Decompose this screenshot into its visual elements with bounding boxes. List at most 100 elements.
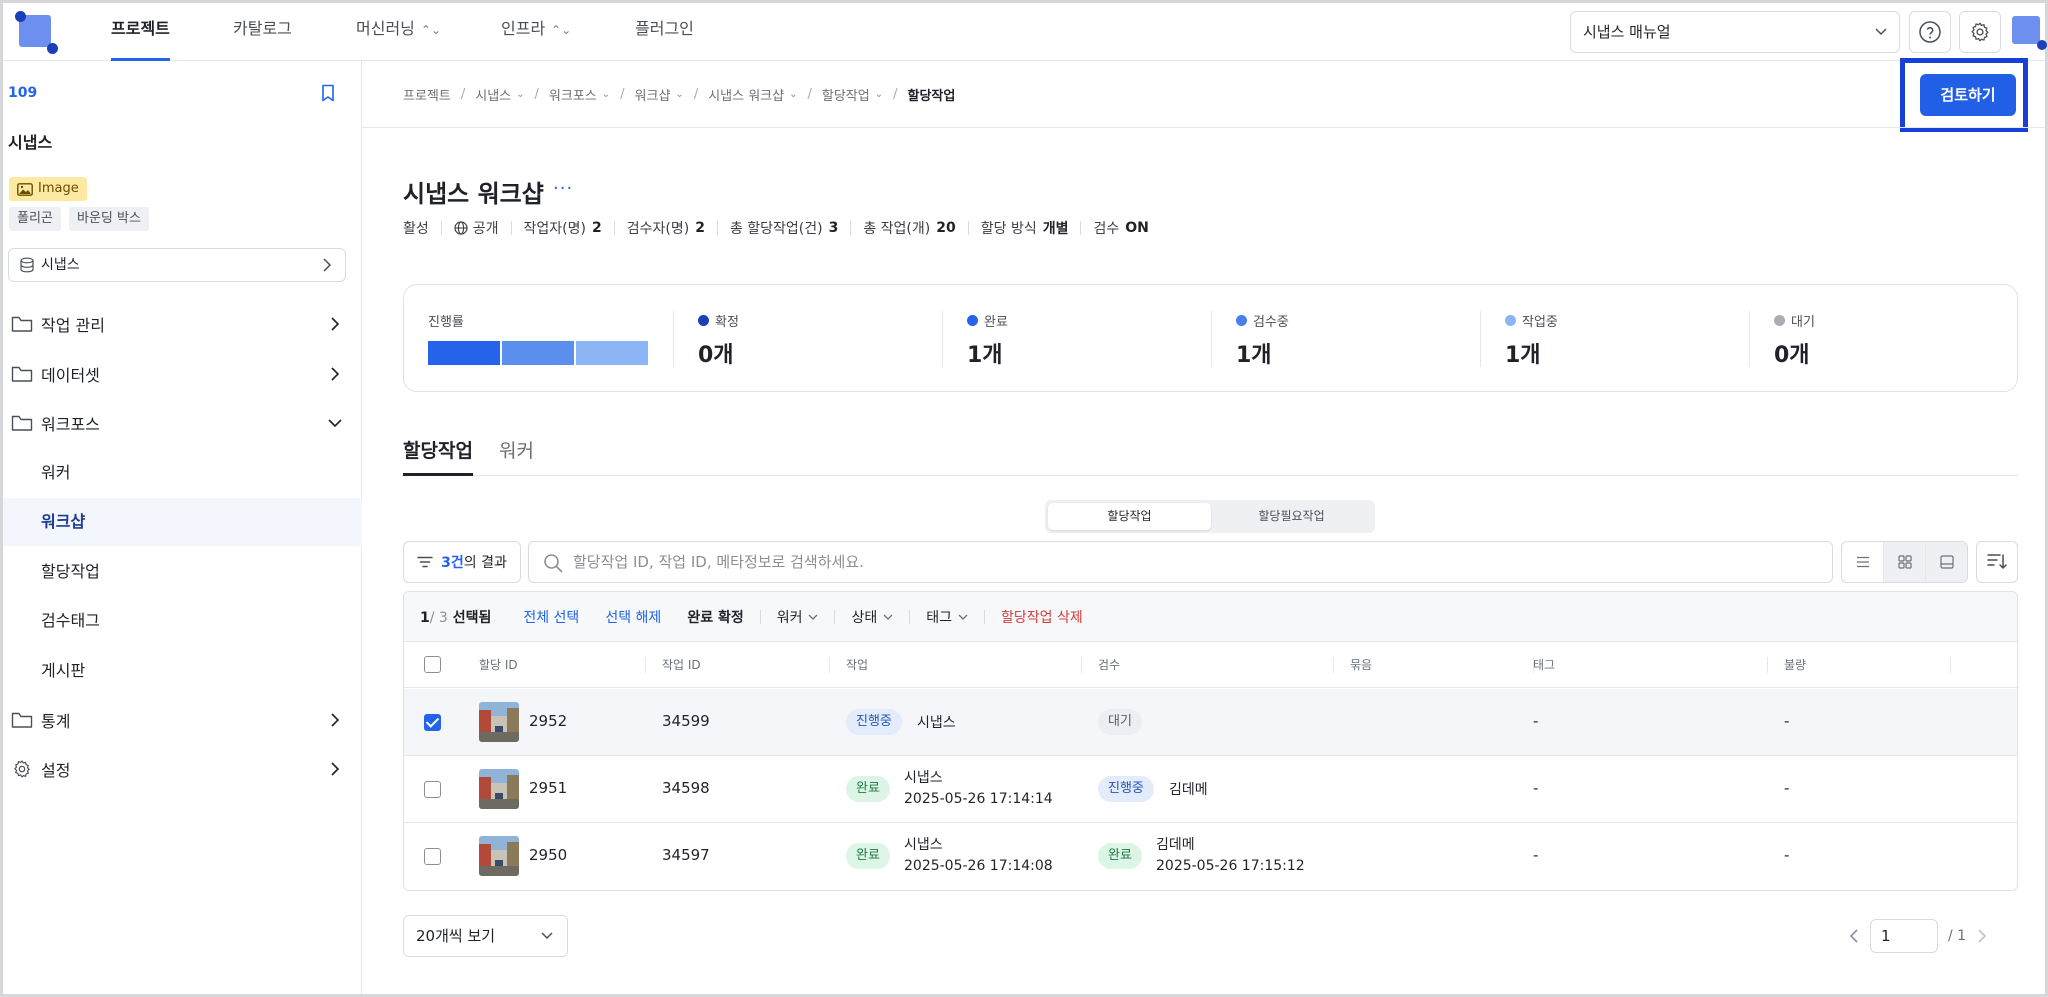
- select-all-checkbox[interactable]: [424, 656, 441, 673]
- breadcrumb-label: 할당작업: [821, 89, 870, 104]
- more-options-icon[interactable]: ···: [553, 178, 573, 199]
- table-row[interactable]: 2951 34598 완료 시냅스 2025-05-26 17:14:14 진행…: [404, 756, 2017, 823]
- row-thumbnail[interactable]: [479, 702, 519, 742]
- content-tabs: 할당작업 워커: [403, 436, 2018, 476]
- sidebar-item-board[interactable]: 게시판: [3, 647, 362, 695]
- delete-assignment-button[interactable]: 할당작업 삭제: [1001, 607, 1083, 627]
- column-header[interactable]: 할당 ID: [479, 642, 518, 688]
- meta-separator: [716, 221, 718, 235]
- meta-value: 3: [828, 220, 839, 236]
- help-button[interactable]: [1909, 11, 1951, 53]
- select-all-button[interactable]: 전체 선택: [523, 607, 579, 627]
- settings-button[interactable]: [1959, 11, 2001, 53]
- tag-chip: 바운딩 박스: [69, 207, 149, 231]
- nav-tab-ml[interactable]: 머신러닝 ⌃⌄: [356, 3, 441, 61]
- sidebar-item-workforce[interactable]: 워크포스: [3, 399, 362, 447]
- per-page-select[interactable]: 20개씩 보기: [403, 915, 568, 957]
- worker-dropdown[interactable]: 워커: [777, 607, 819, 627]
- review-button[interactable]: 검토하기: [1920, 74, 2016, 116]
- view-list-button[interactable]: [1842, 542, 1884, 582]
- row-checkbox[interactable]: [424, 848, 441, 865]
- meta-label: 총 할당작업(건): [729, 221, 823, 237]
- sidebar-item-dataset[interactable]: 데이터셋: [3, 350, 362, 398]
- column-header[interactable]: 태그: [1533, 642, 1555, 688]
- nav-tab-project[interactable]: 프로젝트: [111, 3, 170, 61]
- tag-cell: -: [1533, 712, 1539, 730]
- sidebar-item-stats[interactable]: 통계: [3, 696, 362, 744]
- column-header[interactable]: 불량: [1784, 642, 1806, 688]
- chevron-down-icon: [328, 419, 342, 428]
- breadcrumb-label: 시냅스 워크샵: [708, 89, 785, 104]
- stat-confirmed-label: 확정: [698, 311, 739, 330]
- grid-icon: [1897, 555, 1912, 569]
- folder-icon: [11, 415, 33, 431]
- status-dot: [967, 315, 978, 326]
- row-checkbox[interactable]: [424, 714, 441, 731]
- job-status-badge: 완료: [846, 776, 890, 802]
- filter-button[interactable]: 3건의 결과: [403, 541, 521, 583]
- tab-worker[interactable]: 워커: [499, 436, 534, 476]
- manual-select[interactable]: 시냅스 매뉴얼: [1570, 11, 1900, 53]
- status-dropdown[interactable]: 상태: [851, 607, 893, 627]
- column-header[interactable]: 묶음: [1350, 642, 1372, 688]
- stat-waiting-label: 대기: [1774, 311, 1815, 330]
- job-time: 2025-05-26 17:14:08: [904, 858, 1053, 874]
- breadcrumb-item[interactable]: 워크포스 ⌄: [549, 85, 610, 104]
- meta-value: ON: [1125, 220, 1149, 236]
- row-thumbnail[interactable]: [479, 769, 519, 809]
- job-status-badge: 진행중: [846, 709, 902, 735]
- page-input[interactable]: 1: [1870, 919, 1938, 953]
- meta-total-assign: 총 할당작업(건) 3: [730, 218, 838, 238]
- sidebar-item-workshop[interactable]: 워크샵: [3, 498, 362, 546]
- column-header[interactable]: 검수: [1098, 642, 1120, 688]
- nav-tab-plugin[interactable]: 플러그인: [635, 3, 694, 61]
- job-id: 34599: [662, 712, 710, 730]
- dataset-select[interactable]: 시냅스: [8, 248, 346, 282]
- nav-tab-catalog[interactable]: 카탈로그: [233, 3, 292, 61]
- view-mode-group: [1841, 541, 1968, 583]
- deselect-button[interactable]: 선택 해제: [605, 607, 661, 627]
- sidebar-item-assignment[interactable]: 할당작업: [3, 548, 362, 596]
- breadcrumb-item[interactable]: 시냅스 ⌄: [475, 85, 524, 104]
- breadcrumb-item[interactable]: 시냅스 워크샵 ⌄: [708, 85, 797, 104]
- tag-chip: 폴리곤: [9, 207, 61, 231]
- sidebar-item-worker[interactable]: 워커: [3, 449, 362, 497]
- row-thumbnail[interactable]: [479, 836, 519, 876]
- sidebar-item-review-tag[interactable]: 검수태그: [3, 597, 362, 645]
- table-header: 할당 ID 작업 ID 작업 검수 묶음 태그 불량: [404, 642, 2017, 688]
- breadcrumb-item[interactable]: 프로젝트: [403, 85, 451, 104]
- column-divider: [1767, 657, 1768, 673]
- tab-assignment[interactable]: 할당작업: [403, 436, 473, 476]
- table-row[interactable]: 2950 34597 완료 시냅스 2025-05-26 17:14:08 완료…: [404, 823, 2017, 890]
- nav-tab-infra[interactable]: 인프라 ⌃⌄: [501, 3, 571, 61]
- column-header[interactable]: 작업 ID: [662, 642, 701, 688]
- sort-button[interactable]: [1976, 541, 2018, 583]
- view-gallery-button[interactable]: [1926, 542, 1967, 582]
- column-header[interactable]: 작업: [846, 642, 868, 688]
- confirm-done-button[interactable]: 완료 확정: [687, 607, 743, 627]
- search-input[interactable]: [573, 543, 1813, 581]
- meta-value: 2: [591, 220, 602, 236]
- chevron-left-icon[interactable]: [1848, 928, 1860, 944]
- stat-done-label: 완료: [967, 311, 1008, 330]
- breadcrumb-item[interactable]: 할당작업 ⌄: [822, 85, 883, 104]
- row-checkbox[interactable]: [424, 781, 441, 798]
- view-grid-button[interactable]: [1884, 542, 1926, 582]
- selected-number: 1: [420, 609, 430, 626]
- chevron-right-icon[interactable]: [1976, 928, 1988, 944]
- type-badge-label: Image: [38, 181, 79, 196]
- segment-assignment[interactable]: 할당작업: [1048, 503, 1211, 530]
- segment-need-assignment[interactable]: 할당필요작업: [1211, 503, 1372, 530]
- breadcrumb-item[interactable]: 워크샵 ⌄: [635, 85, 684, 104]
- sidebar-item-settings[interactable]: 설정: [3, 745, 362, 793]
- breadcrumb-separator: /: [693, 87, 699, 102]
- table-row[interactable]: 2952 34599 진행중 시냅스 대기 - -: [404, 689, 2017, 756]
- breadcrumb-current: 할당작업: [908, 85, 956, 104]
- review-info: 김데메 2025-05-26 17:15:12: [1156, 835, 1305, 877]
- app-logo[interactable]: [13, 11, 58, 55]
- bookmark-icon[interactable]: [318, 83, 338, 103]
- sidebar-item-job-manage[interactable]: 작업 관리: [3, 300, 362, 348]
- user-avatar[interactable]: [2009, 16, 2047, 52]
- tag-dropdown[interactable]: 태그: [926, 607, 968, 627]
- status-dot: [1505, 315, 1516, 326]
